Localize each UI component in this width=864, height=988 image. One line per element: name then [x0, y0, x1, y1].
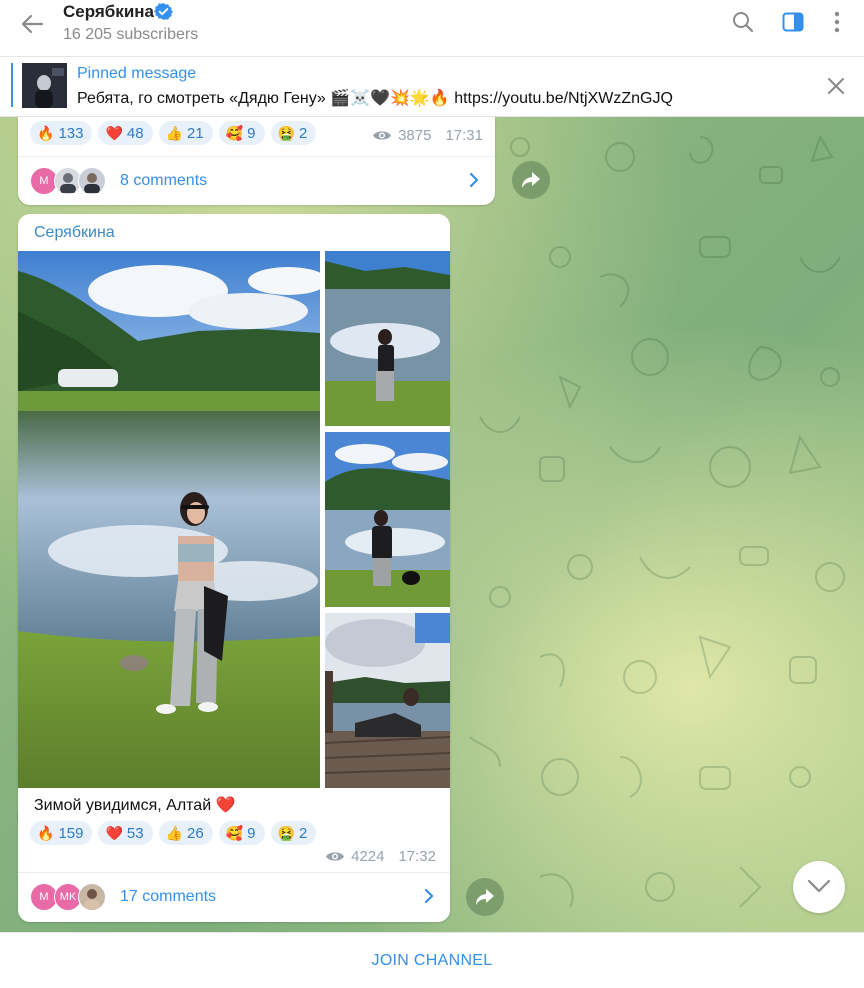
- reaction-hearts-face[interactable]: 🥰 9: [218, 121, 265, 145]
- message-meta: 3875 17:31: [372, 127, 483, 144]
- photo-thumbnail[interactable]: [325, 432, 450, 607]
- reaction-heart[interactable]: ❤️ 53: [98, 821, 153, 845]
- sidebar-toggle-icon[interactable]: [781, 10, 805, 34]
- scroll-down-button[interactable]: [793, 861, 845, 913]
- reaction-hearts-face[interactable]: 🥰 9: [218, 821, 265, 845]
- comments-link[interactable]: M 8 comments: [18, 156, 495, 205]
- message-author[interactable]: Серябкина: [34, 224, 115, 242]
- verified-icon: [154, 2, 173, 21]
- pinned-indicator: [11, 63, 13, 107]
- reaction-vomit[interactable]: 🤮 2: [270, 121, 317, 145]
- reaction-fire[interactable]: 🔥 159: [30, 821, 93, 845]
- reactions-bar: 🔥 159 ❤️ 53 👍 26 🥰 9 🤮 2: [30, 821, 317, 845]
- share-icon: [476, 889, 494, 905]
- view-count: 4224: [351, 848, 385, 865]
- join-channel-button[interactable]: JOIN CHANNEL: [0, 933, 864, 988]
- share-button[interactable]: [466, 878, 504, 916]
- reaction-thumbs-up[interactable]: 👍 26: [158, 821, 213, 845]
- comment-avatars: M MK: [30, 883, 110, 911]
- comments-link[interactable]: M MK 17 comments: [18, 872, 450, 923]
- search-icon[interactable]: [731, 10, 755, 34]
- more-vertical-icon[interactable]: [825, 10, 849, 34]
- comment-avatars: M: [30, 167, 110, 195]
- reaction-vomit[interactable]: 🤮 2: [270, 821, 317, 845]
- message-time: 17:32: [398, 848, 436, 865]
- chat-footer: JOIN CHANNEL: [0, 932, 864, 987]
- pinned-label: Pinned message: [77, 65, 197, 82]
- share-button[interactable]: [512, 161, 550, 199]
- message-text: Зимой увидимся, Алтай ❤️: [34, 797, 236, 814]
- subscriber-count: 16 205 subscribers: [63, 26, 199, 43]
- eye-icon: [326, 852, 345, 861]
- comments-count: 17 comments: [120, 888, 217, 905]
- chevron-right-icon: [420, 887, 438, 905]
- reaction-fire[interactable]: 🔥 133: [30, 121, 93, 145]
- pinned-message-bar[interactable]: Pinned message Ребята, го смотреть «Дядю…: [0, 57, 864, 117]
- eye-icon: [373, 131, 392, 140]
- channel-title[interactable]: Серябкина: [63, 2, 154, 22]
- avatar: [78, 883, 106, 911]
- reaction-thumbs-up[interactable]: 👍 21: [158, 121, 213, 145]
- photo-thumbnail[interactable]: [325, 251, 450, 426]
- reactions-bar: 🔥 133 ❤️ 48 👍 21 🥰 9 🤮 2: [30, 121, 317, 145]
- view-count: 3875: [398, 127, 432, 144]
- message-meta: 4224 17:32: [325, 848, 436, 865]
- message-time: 17:31: [445, 127, 483, 144]
- avatar: [78, 167, 106, 195]
- pinned-thumbnail: [22, 63, 67, 108]
- message-bubble[interactable]: 🔥 133 ❤️ 48 👍 21 🥰 9 🤮 2 3875 17:31 M 8 comme…: [18, 117, 495, 205]
- close-icon[interactable]: [826, 76, 846, 96]
- share-icon: [522, 172, 540, 188]
- chevron-down-icon: [807, 879, 831, 893]
- chevron-right-icon: [465, 171, 483, 189]
- chat-header: Серябкина 16 205 subscribers: [0, 0, 864, 57]
- heart-emoji: ❤️: [215, 797, 236, 814]
- comments-count: 8 comments: [120, 172, 208, 189]
- back-arrow-icon[interactable]: [16, 8, 48, 40]
- reaction-heart[interactable]: ❤️ 48: [98, 121, 153, 145]
- message-bubble[interactable]: Серябкина Зимой увидимся, Алтай ❤️ 🔥 159…: [18, 214, 450, 922]
- chat-area[interactable]: 🔥 133 ❤️ 48 👍 21 🥰 9 🤮 2 3875 17:31 M 8 comme…: [0, 117, 864, 932]
- photo-main[interactable]: [18, 251, 320, 788]
- photo-thumbnail[interactable]: [325, 613, 450, 788]
- pinned-text: Ребята, го смотреть «Дядю Гену» 🎬☠️🖤💥🌟🔥 …: [77, 90, 673, 107]
